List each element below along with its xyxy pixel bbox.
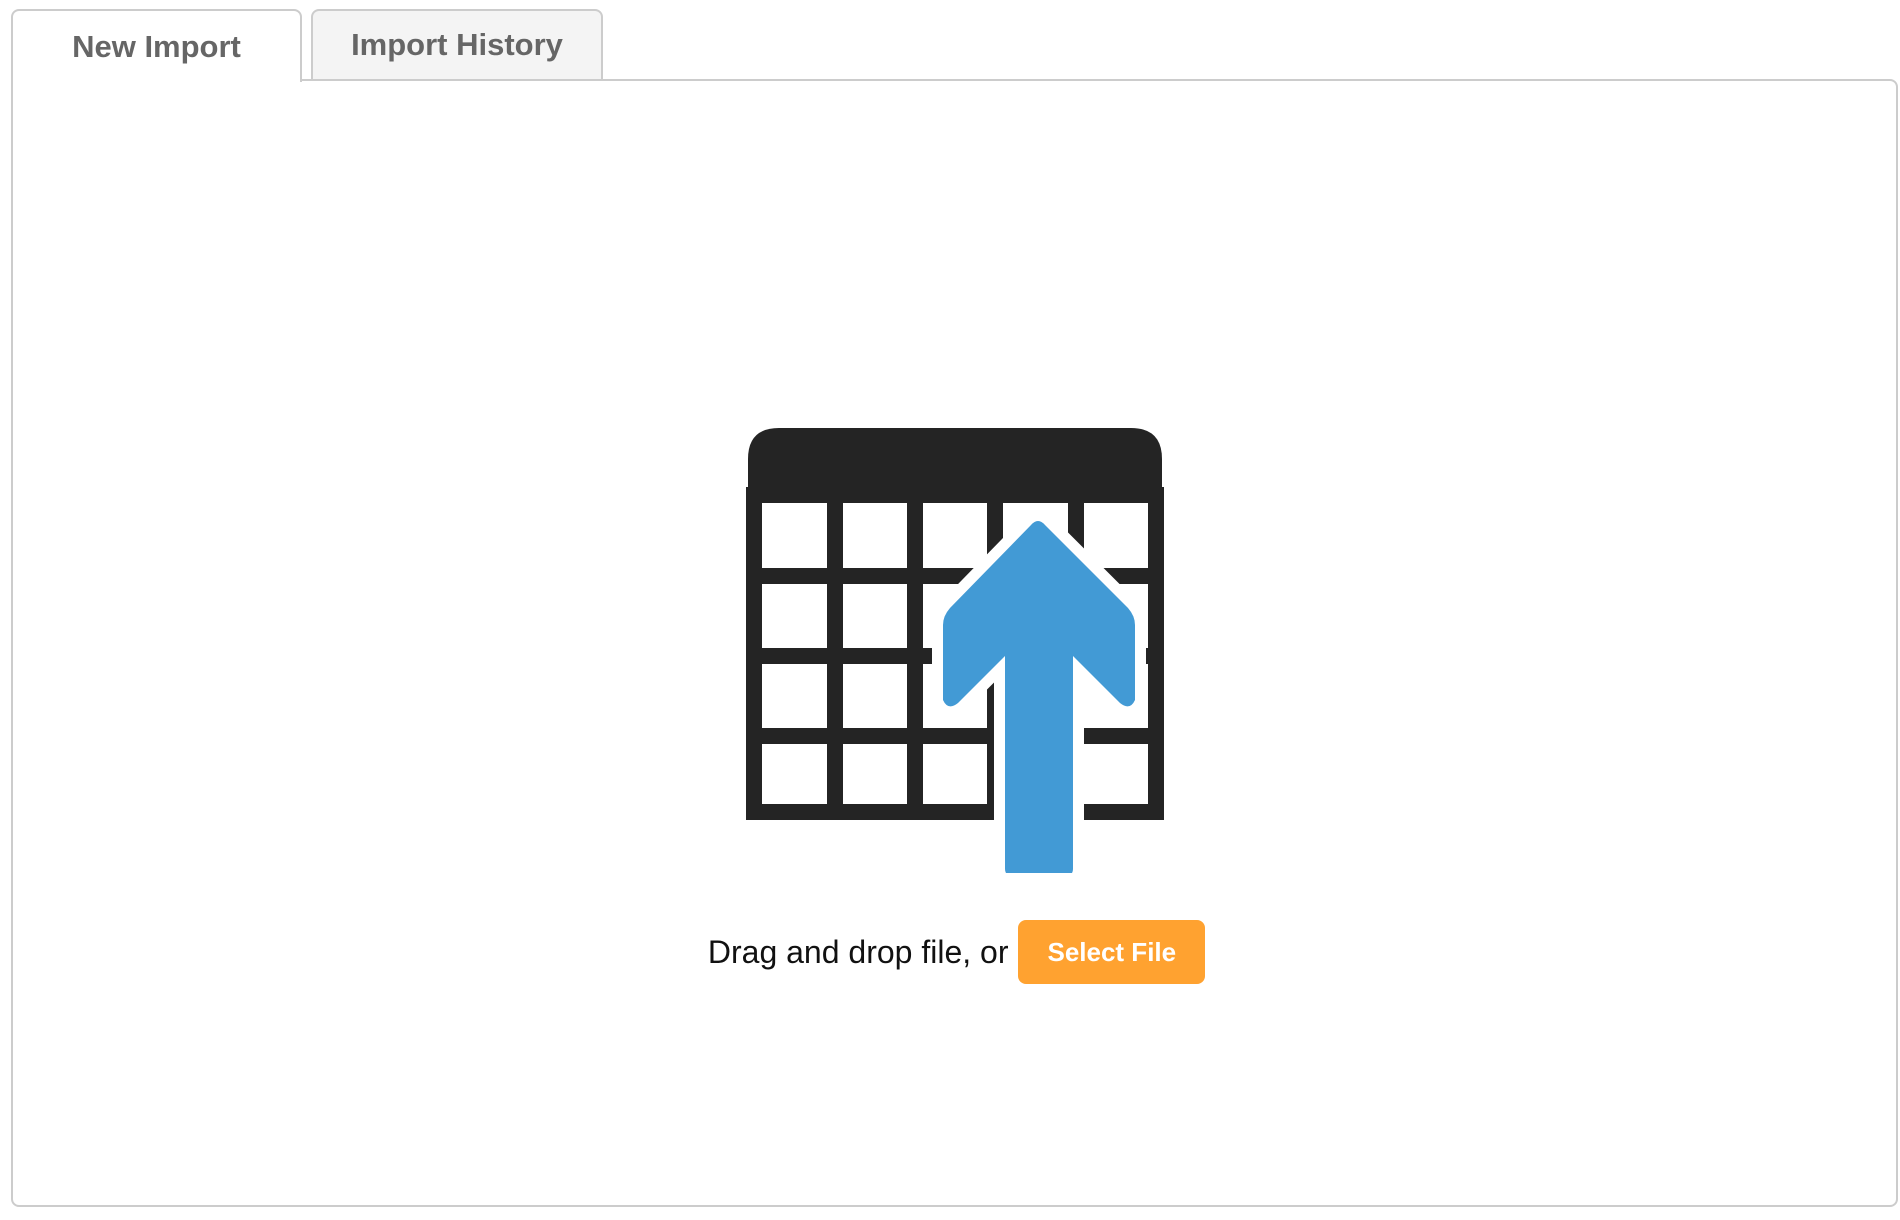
dropzone-prompt-row: Drag and drop file, or Select File xyxy=(13,920,1896,984)
file-dropzone[interactable]: Drag and drop file, or Select File xyxy=(13,81,1896,1205)
tab-new-import[interactable]: New Import xyxy=(11,9,302,82)
import-panel: Drag and drop file, or Select File xyxy=(11,79,1898,1207)
spreadsheet-upload-icon xyxy=(746,428,1164,873)
select-file-button[interactable]: Select File xyxy=(1018,920,1206,984)
dropzone-prompt: Drag and drop file, or xyxy=(707,933,1009,970)
tab-import-history[interactable]: Import History xyxy=(311,9,603,79)
